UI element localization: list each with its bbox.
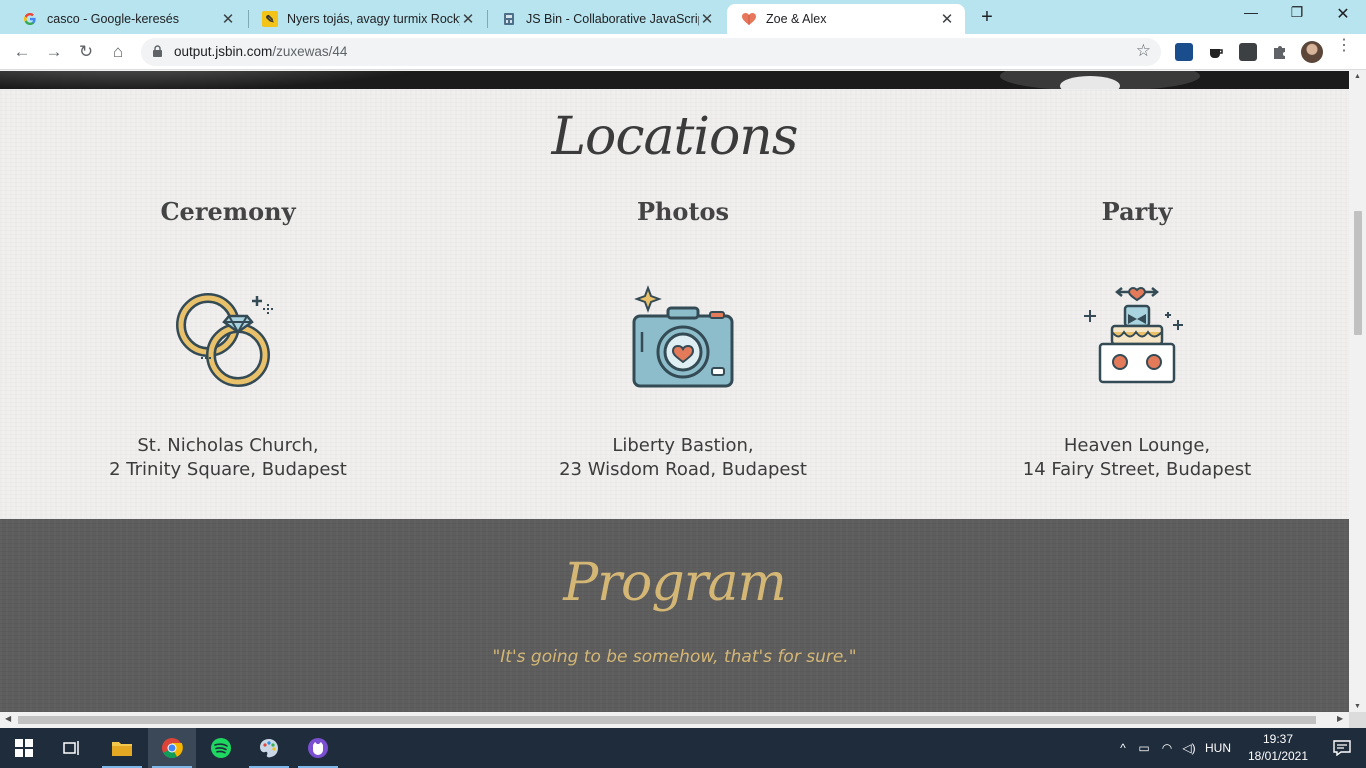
scroll-right-arrow[interactable]: ▶: [1337, 714, 1343, 723]
windows-taskbar: ^ ▭ ◠ ◁) HUN 19:37 18/01/2021: [0, 728, 1366, 768]
browser-toolbar: ← → ↻ ⌂ output.jsbin.com/zuxewas/44 ☆: [0, 34, 1366, 70]
program-section: Program "It's going to be somehow, that'…: [0, 519, 1349, 712]
tab-title: JS Bin - Collaborative JavaScript D: [526, 12, 699, 26]
program-quote: "It's going to be somehow, that's for su…: [492, 647, 857, 667]
page-viewport: Locations Ceremony St. Nicholas Church, …: [0, 71, 1349, 712]
paint-palette-icon: [260, 739, 278, 758]
close-window-button[interactable]: ✕: [1323, 4, 1363, 24]
scrollbar-corner: [1349, 712, 1366, 728]
tab-strip: casco - Google-keresés ✕ ✎ Nyers tojás, …: [0, 0, 1366, 34]
scroll-up-arrow[interactable]: ▲: [1349, 73, 1366, 80]
dots-extension-icon[interactable]: [1239, 43, 1257, 61]
chrome-icon: [162, 738, 183, 759]
analytics-extension-icon[interactable]: [1175, 43, 1193, 61]
close-icon[interactable]: ✕: [939, 10, 955, 28]
menu-kebab-icon[interactable]: ⋮: [1336, 38, 1352, 54]
puzzle-extensions-icon[interactable]: [1271, 43, 1289, 61]
url-host: output.jsbin.com: [174, 44, 273, 59]
location-heading: Ceremony: [160, 197, 296, 226]
spotify-icon: [211, 738, 231, 758]
location-address: Liberty Bastion, 23 Wisdom Road, Budapes…: [463, 434, 903, 482]
horizontal-scroll-thumb[interactable]: [18, 716, 1316, 724]
new-tab-button[interactable]: +: [976, 6, 998, 29]
rings-icon: [173, 282, 283, 392]
close-icon[interactable]: ✕: [460, 10, 476, 28]
start-button[interactable]: [0, 728, 48, 768]
cat-app-icon: [308, 738, 328, 758]
system-tray: ^ ▭ ◠ ◁) HUN: [1114, 728, 1236, 768]
locations-section: Locations Ceremony St. Nicholas Church, …: [0, 89, 1349, 519]
notifications-button[interactable]: [1318, 728, 1366, 768]
restore-button[interactable]: ❐: [1277, 4, 1317, 21]
location-heading: Party: [1101, 197, 1173, 226]
hero-image-bottom: [0, 71, 1349, 89]
taskbar-clock[interactable]: 19:37 18/01/2021: [1240, 731, 1316, 765]
location-address: St. Nicholas Church, 2 Trinity Square, B…: [8, 434, 448, 482]
app-cat-button[interactable]: [294, 728, 342, 768]
close-icon[interactable]: ✕: [220, 10, 236, 28]
vertical-scroll-thumb[interactable]: [1354, 211, 1362, 335]
program-title: Program: [563, 553, 787, 613]
horizontal-scrollbar[interactable]: ◀ ▶: [0, 712, 1349, 728]
forward-button[interactable]: →: [42, 40, 66, 64]
lock-icon: [153, 45, 162, 57]
google-icon: [22, 11, 38, 27]
coffee-extension-icon[interactable]: [1207, 43, 1225, 61]
location-ceremony: Ceremony St. Nicholas Church, 2 Trinity …: [8, 197, 448, 482]
address-bar[interactable]: output.jsbin.com/zuxewas/44 ☆: [141, 38, 1161, 66]
chrome-taskbar-button[interactable]: [148, 728, 196, 768]
url-path: /zuxewas/44: [272, 44, 348, 59]
heart-icon: [741, 11, 757, 27]
address-line-2: 2 Trinity Square, Budapest: [109, 459, 347, 480]
clock-time: 19:37: [1262, 732, 1294, 746]
address-line-1: Heaven Lounge,: [1063, 435, 1211, 456]
back-button[interactable]: ←: [10, 40, 34, 64]
folder-icon: [112, 742, 132, 756]
reload-button[interactable]: ↻: [74, 40, 98, 64]
address-line-1: Liberty Bastion,: [612, 435, 754, 456]
tab-title: casco - Google-keresés: [47, 12, 180, 26]
volume-icon[interactable]: ◁): [1178, 741, 1200, 755]
profile-avatar[interactable]: [1301, 41, 1323, 63]
language-indicator[interactable]: HUN: [1200, 741, 1236, 755]
paint-button[interactable]: [245, 728, 293, 768]
spotify-button[interactable]: [197, 728, 245, 768]
tab-rocky[interactable]: ✎ Nyers tojás, avagy turmix Rocky B ✕: [248, 4, 486, 34]
location-heading: Photos: [636, 197, 730, 226]
url-text: output.jsbin.com/zuxewas/44: [174, 44, 347, 59]
location-address: Heaven Lounge, 14 Fairy Street, Budapest: [917, 434, 1349, 482]
tab-title: Zoe & Alex: [766, 12, 827, 26]
locations-title: Locations: [551, 107, 799, 167]
tab-zoe-alex[interactable]: Zoe & Alex ✕: [727, 4, 965, 34]
address-line-2: 14 Fairy Street, Budapest: [1022, 459, 1252, 480]
tab-jsbin[interactable]: JS Bin - Collaborative JavaScript D ✕: [487, 4, 725, 34]
wifi-icon[interactable]: ◠: [1156, 741, 1178, 755]
sticker-icon: ✎: [262, 11, 278, 27]
address-line-1: St. Nicholas Church,: [137, 435, 319, 456]
camera-icon: [628, 282, 738, 392]
file-explorer-button[interactable]: [98, 728, 146, 768]
bookmark-star-icon[interactable]: ☆: [1136, 41, 1151, 61]
tab-title: Nyers tojás, avagy turmix Rocky B: [287, 12, 460, 26]
cake-icon: [1082, 282, 1192, 392]
location-party: Party Heaven Lounge, 14 Fairy Street, Bu…: [917, 197, 1349, 482]
scroll-left-arrow[interactable]: ◀: [5, 714, 11, 723]
address-line-2: 23 Wisdom Road, Budapest: [559, 459, 807, 480]
task-view-icon: [63, 741, 79, 755]
vertical-scrollbar[interactable]: ▲ ▼: [1349, 71, 1366, 712]
jsbin-icon: [501, 11, 517, 27]
home-button[interactable]: ⌂: [106, 40, 130, 64]
battery-icon[interactable]: ▭: [1132, 741, 1156, 755]
clock-date: 18/01/2021: [1247, 749, 1309, 763]
windows-icon: [15, 739, 33, 757]
tab-google[interactable]: casco - Google-keresés ✕: [8, 4, 246, 34]
close-icon[interactable]: ✕: [699, 10, 715, 28]
scroll-down-arrow[interactable]: ▼: [1349, 703, 1366, 710]
task-view-button[interactable]: [48, 728, 96, 768]
location-photos: Photos Liberty Bastion, 23 Wisdom Road, …: [463, 197, 903, 482]
chevron-up-icon[interactable]: ^: [1114, 741, 1132, 755]
notification-icon: [1333, 740, 1351, 756]
minimize-button[interactable]: ―: [1231, 4, 1271, 20]
